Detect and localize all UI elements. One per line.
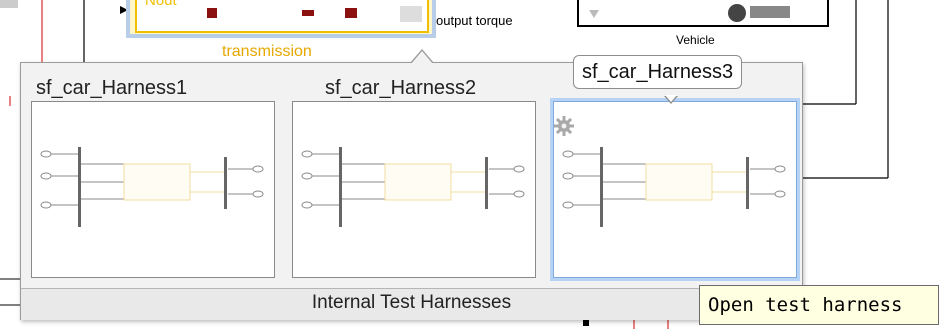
- gear-icon[interactable]: [554, 116, 574, 136]
- transmission-label: transmission: [222, 43, 312, 60]
- harness-thumbnail-3[interactable]: [550, 98, 800, 281]
- harness-thumbnail-1[interactable]: [31, 101, 275, 278]
- harness-thumbnail-2[interactable]: [292, 101, 536, 278]
- vehicle-label: Vehicle: [676, 33, 715, 47]
- harness-diagram-1: [40, 147, 264, 227]
- open-test-harness-tooltip: Open test harness: [699, 285, 939, 325]
- nout-label: Nout: [145, 0, 177, 9]
- internal-test-harnesses-footer: Internal Test Harnesses: [21, 288, 802, 320]
- harness-title-2: sf_car_Harness2: [325, 77, 477, 99]
- test-harness-popup: sf_car_Harness1 sf_car_Harness2 Internal…: [20, 49, 803, 320]
- harness-diagram-2: [301, 147, 525, 227]
- output-torque-label: output torque: [436, 13, 513, 28]
- harness-name-tooltip: sf_car_Harness3: [573, 55, 743, 89]
- harness-title-1: sf_car_Harness1: [36, 77, 188, 99]
- harness-diagram-3: [562, 147, 786, 227]
